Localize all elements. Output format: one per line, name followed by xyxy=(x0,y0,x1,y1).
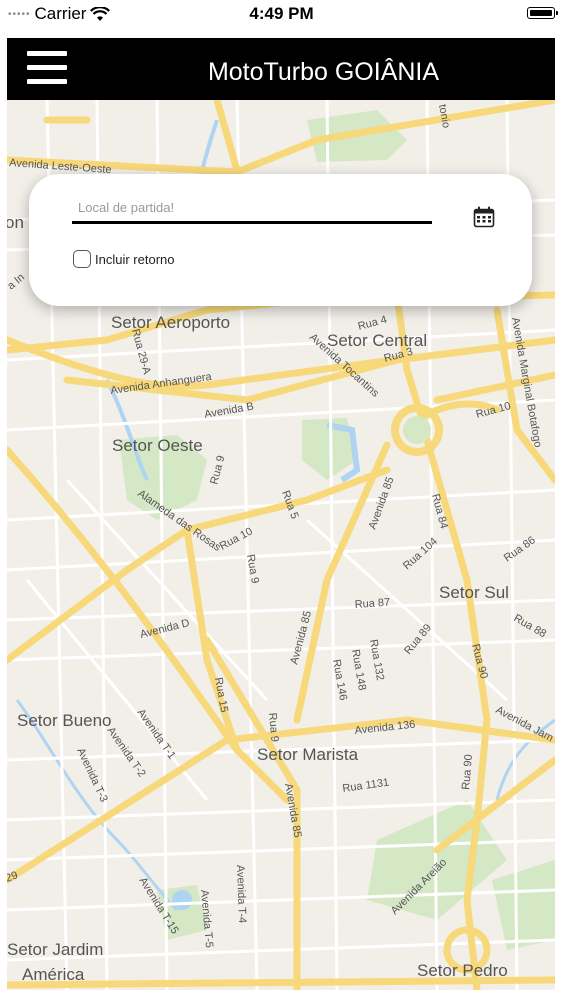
district-label: Setor Aeroporto xyxy=(111,313,230,332)
district-label: América xyxy=(22,965,85,984)
park-area xyxy=(492,860,555,950)
street-label: a In xyxy=(7,271,27,292)
calendar-icon[interactable] xyxy=(473,206,495,228)
street-label: Avenida T-2 xyxy=(105,725,148,780)
street-label: Rua 9 xyxy=(266,712,281,742)
district-label: Setor Pedro xyxy=(417,961,508,980)
street-label: Rua 89 xyxy=(402,622,434,657)
street-label: Rua 87 xyxy=(354,597,390,611)
departure-input[interactable] xyxy=(72,194,432,224)
include-return-label: Incluir retorno xyxy=(95,251,175,267)
battery-icon xyxy=(527,7,558,19)
street-label: Rua 10 xyxy=(218,525,255,552)
street-label: Rua 1131 xyxy=(342,777,390,795)
district-label: Setor Marista xyxy=(257,745,359,764)
district-label: Setor Oeste xyxy=(112,436,203,455)
street-label: Rua 15 xyxy=(212,676,230,713)
app-bar: MotoTurbo GOIÂNIA xyxy=(7,38,555,100)
street-label: Rua 86 xyxy=(502,534,538,564)
street-label: tonio xyxy=(436,103,452,129)
include-return-row[interactable]: Incluir retorno xyxy=(73,250,174,268)
district-label: Setor Jardim xyxy=(7,940,103,959)
street-label: Rua 88 xyxy=(512,612,549,640)
street-label: Avenida T-5 xyxy=(198,889,215,948)
status-bar: ••••• Carrier 4:49 PM xyxy=(0,0,563,30)
district-label: Setor Bueno xyxy=(17,711,112,730)
street-label: Rua 148 xyxy=(349,648,368,691)
district-label: Setor Sul xyxy=(439,583,509,602)
street-label: Avenida T-4 xyxy=(234,865,248,924)
street-label: Rua 9 xyxy=(208,454,227,485)
status-time: 4:49 PM xyxy=(249,4,314,23)
street-label: Rua 90 xyxy=(460,754,475,790)
include-return-checkbox[interactable] xyxy=(73,250,91,268)
street-label: Rua 90 xyxy=(469,643,490,680)
route-search-card: Incluir retorno xyxy=(29,174,532,306)
app-title: MotoTurbo GOIÂNIA xyxy=(207,58,440,86)
street-label: Rua 104 xyxy=(401,535,440,572)
district-label: on xyxy=(7,213,24,232)
district-label: Setor Central xyxy=(327,331,427,350)
